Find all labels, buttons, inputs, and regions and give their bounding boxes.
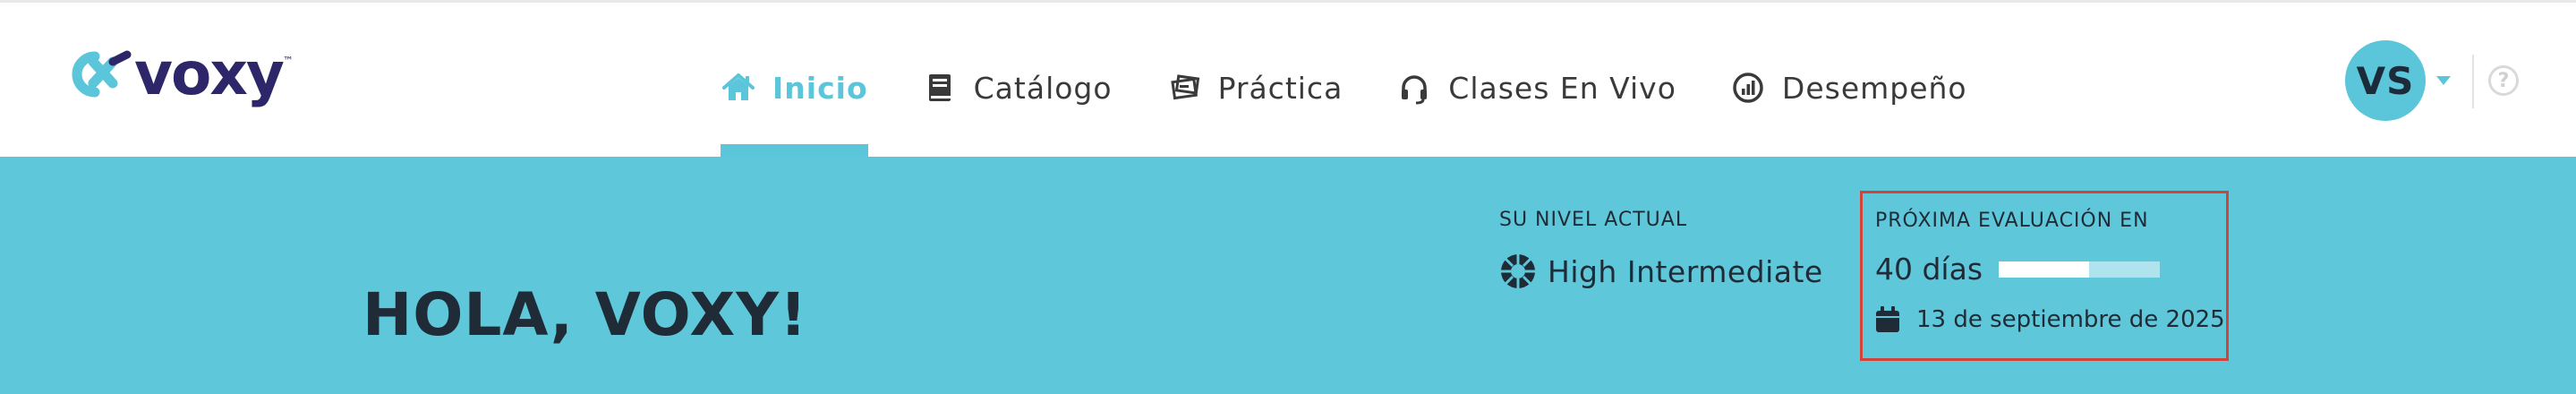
nav-item-desempeno[interactable]: Desempeño [1730,3,1967,157]
nav-item-clases-en-vivo[interactable]: Clases En Vivo [1396,3,1676,157]
practice-icon [1170,74,1199,100]
current-level-label: SU NIVEL ACTUAL [1499,209,1688,231]
voxy-logo-mark-icon [72,50,132,98]
next-evaluation-days: 40 días [1875,252,1983,287]
evaluation-progress-bar [1999,261,2161,278]
trademark-symbol: ™ [282,55,294,67]
nav-label-inicio: Inicio [772,70,868,106]
next-evaluation-date: 13 de septiembre de 2025 [1916,306,2225,333]
welcome-banner: HOLA, VOXY! SU NIVEL ACTUAL High Interme… [0,157,2576,394]
performance-icon [1733,73,1763,103]
help-icon[interactable]: ? [2488,65,2519,96]
nav-item-practica[interactable]: Práctica [1166,3,1343,157]
nav-label-desempeno: Desempeño [1781,70,1967,106]
current-level-row: High Intermediate [1499,253,1823,290]
next-evaluation-date-row: 13 de septiembre de 2025 [1875,306,2226,333]
voxy-logo[interactable]: voxy ™ [63,39,294,108]
header-divider [2472,55,2474,108]
book-icon [928,74,951,101]
headset-icon [1402,75,1428,105]
voxy-wordmark: voxy [134,39,285,108]
calendar-icon [1876,306,1899,332]
avatar[interactable]: VS [2345,40,2426,121]
nav-label-catalogo: Catálogo [973,70,1113,106]
next-evaluation-countdown: 40 días [1875,252,2226,287]
current-level: SU NIVEL ACTUAL High Intermediate [1499,209,1823,290]
nav-label-practica: Práctica [1217,70,1343,106]
greeting-title: HOLA, VOXY! [363,280,808,349]
nav-item-inicio[interactable]: Inicio [721,3,868,157]
next-evaluation-label: PRÓXIMA EVALUACIÓN EN [1875,210,2149,232]
evaluation-progress-fill [1999,261,2089,278]
level-badge-icon [1501,254,1535,288]
chevron-down-icon[interactable] [2436,76,2451,85]
top-navigation-bar: voxy ™ Inicio Catálogo Práctica Clases E… [0,0,2576,157]
main-nav: Inicio Catálogo Práctica Clases En Vivo … [721,3,2021,157]
home-icon [722,73,755,100]
next-evaluation-panel: PRÓXIMA EVALUACIÓN EN 40 días 13 de sept… [1860,191,2229,361]
user-menu[interactable]: VS [2345,40,2451,121]
nav-label-clases-en-vivo: Clases En Vivo [1448,70,1676,106]
current-level-value: High Intermediate [1548,253,1823,289]
nav-item-catalogo[interactable]: Catálogo [922,3,1113,157]
